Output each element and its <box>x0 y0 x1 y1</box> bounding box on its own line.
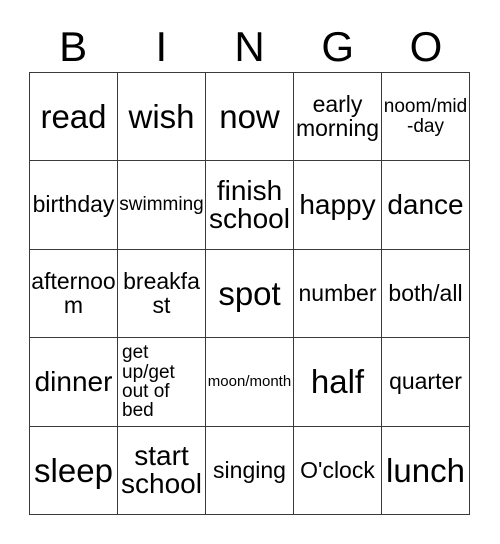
bingo-cell[interactable]: O'clock <box>294 426 382 516</box>
bingo-cell[interactable]: early morning <box>294 73 382 162</box>
bingo-cell-label: O'clock <box>300 456 375 483</box>
bingo-header-letter-o: O <box>409 23 443 70</box>
bingo-cell[interactable]: lunch <box>382 426 470 516</box>
bingo-cell-label: start school <box>121 439 202 500</box>
bingo-cell[interactable]: sleep <box>30 426 118 516</box>
bingo-cell-label: quarter <box>389 368 462 395</box>
bingo-cell[interactable]: happy <box>294 161 382 250</box>
bingo-cell[interactable]: read <box>30 73 118 162</box>
bingo-cell[interactable]: singing <box>206 426 294 516</box>
bingo-cell-label: afternoom <box>31 268 116 318</box>
bingo-cell-label: breakfast <box>123 268 200 318</box>
bingo-cell-label: wish <box>128 97 195 135</box>
bingo-cell[interactable]: both/all <box>382 249 470 339</box>
bingo-cell-label: singing <box>213 456 286 483</box>
bingo-cell-label: noom/mid-day <box>383 96 468 137</box>
bingo-cell-label: both/all <box>388 279 463 306</box>
bingo-cell[interactable]: get up/get out of bed <box>118 338 206 427</box>
bingo-row: dinner get up/get out of bed moon/month … <box>30 338 470 427</box>
bingo-row: sleep start school singing O'clock lunch <box>30 426 470 516</box>
bingo-cell-label: now <box>219 97 280 135</box>
bingo-cell-label: lunch <box>386 451 465 489</box>
bingo-cell-label: birthday <box>32 191 115 218</box>
bingo-cell[interactable]: noom/mid-day <box>382 73 470 162</box>
bingo-cell[interactable]: number <box>294 249 382 339</box>
bingo-cell-label: spot <box>218 274 281 312</box>
bingo-cell-label: finish school <box>209 174 290 235</box>
bingo-cell[interactable]: now <box>206 73 294 162</box>
bingo-cell-label: happy <box>299 188 376 220</box>
bingo-cell[interactable]: dance <box>382 161 470 250</box>
bingo-cell-free-center[interactable]: spot <box>206 249 294 339</box>
bingo-cell[interactable]: dinner <box>30 338 118 427</box>
bingo-cell[interactable]: finish school <box>206 161 294 250</box>
bingo-cell[interactable]: breakfast <box>118 249 206 339</box>
bingo-cell-label: moon/month <box>207 373 292 391</box>
bingo-cell[interactable]: moon/month <box>206 338 294 427</box>
bingo-row: birthday swimming finish school happy da… <box>30 161 470 250</box>
bingo-cell-label: early morning <box>295 91 380 141</box>
bingo-cell-label: number <box>298 279 377 306</box>
bingo-cell[interactable]: afternoom <box>30 249 118 339</box>
bingo-grid: read wish now early morning noom/mid-day… <box>29 72 470 516</box>
bingo-header: B I N G O <box>29 22 470 72</box>
bingo-cell[interactable]: birthday <box>30 161 118 250</box>
bingo-cell[interactable]: half <box>294 338 382 427</box>
bingo-cell-label: half <box>310 363 365 401</box>
bingo-cell-label: swimming <box>119 194 204 216</box>
bingo-cell-label: dinner <box>34 365 113 397</box>
bingo-cell[interactable]: quarter <box>382 338 470 427</box>
bingo-cell[interactable]: start school <box>118 426 206 516</box>
bingo-header-letter-b: B <box>59 23 88 70</box>
bingo-cell-label: dance <box>387 188 464 220</box>
bingo-row: read wish now early morning noom/mid-day <box>30 73 470 162</box>
bingo-header-letter-g: G <box>321 23 355 70</box>
bingo-cell-label: sleep <box>34 451 113 489</box>
bingo-cell[interactable]: wish <box>118 73 206 162</box>
bingo-header-letter-i: I <box>155 23 168 70</box>
bingo-cell-label: get up/get out of bed <box>122 342 175 422</box>
bingo-card: B I N G O read wish now early morning no… <box>0 0 500 544</box>
bingo-cell-label: read <box>40 97 107 135</box>
bingo-header-letter-n: N <box>234 23 265 70</box>
bingo-row: afternoom breakfast spot number both/all <box>30 249 470 339</box>
bingo-cell[interactable]: swimming <box>118 161 206 250</box>
